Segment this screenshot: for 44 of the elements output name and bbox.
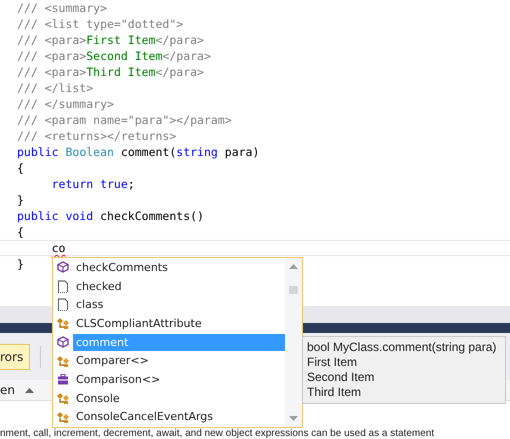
code-line: /// <param name="para"></param> [17,113,232,127]
gears-icon [56,410,70,423]
briefcase-icon [57,374,69,385]
code-line: /// </list> [17,81,94,95]
page-icon [57,298,69,312]
completion-item[interactable]: checkComments [73,258,285,276]
scroll-down-icon[interactable] [289,416,298,421]
code-line: /// <para>First Item</para> [17,33,204,47]
code-line: /// <summary> [17,1,108,15]
code-line: { [17,225,24,239]
tooltip-line: First Item [307,355,358,370]
code-line: public void checkComments() [17,209,204,223]
code-line: /// <list type="dotted"> [17,17,184,31]
code-line: return true; [50,177,135,191]
code-line: { [17,161,24,175]
code-line: /// <returns></returns> [17,129,176,143]
code-line: co [50,241,66,255]
tooltip-line: bool MyClass.comment(string para) [307,340,498,355]
code-line: } [17,193,24,207]
scrollbar[interactable] [285,258,302,427]
completion-item[interactable]: Comparer<> [73,352,285,370]
completion-item[interactable]: Console [73,390,285,407]
errors-tab[interactable]: rors [0,344,30,370]
scroll-up-icon[interactable] [289,264,298,269]
code-line: /// <para>Second Item</para> [17,49,211,63]
completion-item[interactable]: CLSCompliantAttribute [73,314,285,332]
sort-up-icon [25,388,34,393]
page-icon [57,280,69,293]
cube-icon [57,261,69,274]
completion-item[interactable]: Comparison<> [73,370,285,388]
code-line: } [17,257,24,271]
cube-icon [57,336,69,348]
tooltip-line: Second Item [307,370,376,385]
completion-item[interactable]: checked [73,278,285,295]
error-description: nment, call, increment, decrement, await, and new object expressions can be used as a statement [0,428,510,439]
tooltip-line: Third Item [307,385,362,400]
code-line: /// </summary> [17,97,114,111]
code-line: /// <para>Third Item</para> [17,65,204,79]
completion-item[interactable]: class [73,296,285,314]
gears-icon [56,317,70,330]
code-line: public Boolean comment(string para) [17,145,260,159]
gears-icon [56,392,70,404]
scrollbar-thumb[interactable] [289,286,298,294]
gears-icon [56,354,70,367]
